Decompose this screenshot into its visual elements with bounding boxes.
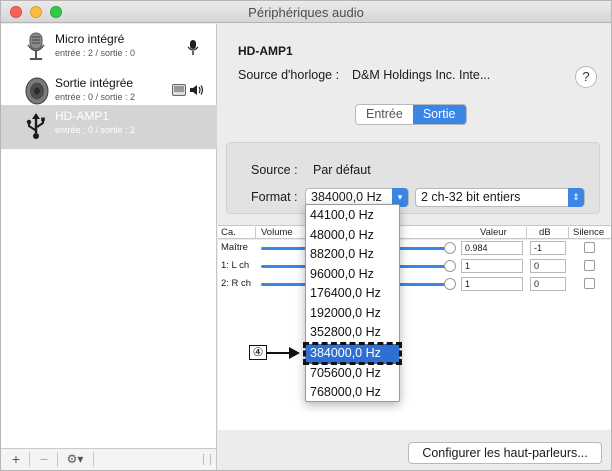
mute-checkbox[interactable] — [584, 242, 595, 253]
callout-arrow-line — [267, 352, 291, 354]
sample-rate-value: 384000,0 Hz — [311, 190, 382, 204]
speaker-badge-icon — [190, 85, 204, 95]
menu-item[interactable]: 768000,0 Hz — [306, 383, 399, 403]
value-field[interactable]: 1 — [461, 277, 523, 291]
db-field[interactable]: 0 — [530, 277, 566, 291]
col-separator — [255, 227, 256, 238]
device-list-toolbar: + − ⚙▾ — [1, 448, 217, 470]
device-io: entrée : 0 / sortie : 2 — [55, 125, 136, 135]
highlight-frame — [303, 342, 402, 365]
menu-item[interactable]: 96000,0 Hz — [306, 265, 399, 285]
channel-name: 1: L ch — [221, 260, 250, 271]
mute-checkbox[interactable] — [584, 278, 595, 289]
menu-item[interactable]: 705600,0 Hz — [306, 364, 399, 384]
device-detail-pane: HD-AMP1 Source d'horloge : D&M Holdings … — [218, 24, 611, 470]
usb-icon — [26, 113, 45, 139]
channel-table-header: Ca. Volume Valeur dB Silence — [218, 225, 611, 239]
clock-source-label: Source d'horloge : — [238, 68, 340, 82]
add-device-button[interactable]: + — [7, 451, 25, 468]
value-field[interactable]: 1 — [461, 259, 523, 273]
chevron-updown-icon: ⇕ — [568, 188, 584, 207]
channel-name: 2: R ch — [221, 278, 252, 289]
format-label: Format : — [251, 190, 298, 204]
device-item-hd-amp1[interactable]: HD-AMP1 entrée : 0 / sortie : 2 — [1, 105, 217, 149]
col-separator — [568, 227, 569, 238]
mute-checkbox[interactable] — [584, 260, 595, 271]
db-field[interactable]: -1 — [530, 241, 566, 255]
device-io: entrée : 2 / sortie : 0 — [55, 48, 136, 58]
tab-output[interactable]: Sortie — [412, 105, 466, 124]
menu-item[interactable]: 88200,0 Hz — [306, 245, 399, 265]
bit-depth-value: 2 ch-32 bit entiers — [421, 190, 521, 204]
toolbar-divider — [29, 452, 30, 467]
device-item-micro[interactable]: Micro intégré entrée : 2 / sortie : 0 — [1, 26, 217, 70]
menu-item[interactable]: 176400,0 Hz — [306, 284, 399, 304]
configure-speakers-button[interactable]: Configurer les haut-parleurs... — [408, 442, 602, 464]
gear-menu-button[interactable]: ⚙▾ — [61, 451, 89, 468]
callout-arrow-head — [289, 347, 300, 359]
device-name: Micro intégré — [55, 32, 125, 46]
col-volume: Volume — [261, 227, 293, 238]
device-io: entrée : 0 / sortie : 2 — [55, 92, 136, 102]
device-name: Sortie intégrée — [55, 76, 134, 90]
value-field[interactable]: 0.984 — [461, 241, 523, 255]
volume-slider-knob[interactable] — [444, 278, 456, 290]
channel-table: Maître 0.984 -1 1: L ch 1 0 2: R ch 1 0 — [218, 240, 611, 430]
title-bar: Périphériques audio — [1, 1, 611, 23]
bit-depth-select[interactable]: 2 ch-32 bit entiers ⇕ — [415, 188, 585, 207]
sample-rate-menu: 44100,0 Hz 48000,0 Hz 88200,0 Hz 96000,0… — [305, 204, 400, 402]
menu-item[interactable]: 192000,0 Hz — [306, 304, 399, 324]
toolbar-divider — [57, 452, 58, 467]
table-row: Maître 0.984 -1 — [218, 240, 611, 256]
channel-name: Maître — [221, 242, 248, 253]
resize-handle[interactable] — [203, 454, 211, 465]
remove-device-button[interactable]: − — [35, 451, 53, 468]
help-button[interactable]: ? — [575, 66, 597, 88]
microphone-icon — [27, 32, 45, 60]
clock-source-value: D&M Holdings Inc. Inte... — [352, 68, 491, 82]
menu-item[interactable]: 44100,0 Hz — [306, 206, 399, 226]
format-group: Source : Par défaut Format : 384000,0 Hz… — [226, 142, 600, 214]
speaker-icon — [25, 77, 49, 105]
volume-slider-knob[interactable] — [444, 242, 456, 254]
col-channel: Ca. — [221, 227, 236, 238]
menu-item[interactable]: 48000,0 Hz — [306, 226, 399, 246]
window-title: Périphériques audio — [248, 5, 364, 20]
device-title: HD-AMP1 — [238, 44, 293, 58]
device-name: HD-AMP1 — [55, 109, 110, 123]
col-value: Valeur — [480, 227, 507, 238]
step-callout: ④ — [249, 345, 267, 360]
col-db: dB — [539, 227, 551, 238]
audio-devices-window: Périphériques audio Micro intégré entrée… — [0, 0, 612, 471]
table-row: 1: L ch 1 0 — [218, 258, 611, 274]
volume-slider-knob[interactable] — [444, 260, 456, 272]
io-segmented-control: Entrée Sortie — [355, 104, 467, 125]
tab-input[interactable]: Entrée — [356, 105, 413, 124]
col-separator — [526, 227, 527, 238]
menu-item[interactable]: 352800,0 Hz — [306, 323, 399, 343]
table-row: 2: R ch 1 0 — [218, 276, 611, 292]
source-label: Source : — [251, 163, 298, 177]
db-field[interactable]: 0 — [530, 259, 566, 273]
toolbar-divider — [93, 452, 94, 467]
finder-badge-icon — [172, 84, 186, 96]
microphone-badge-icon — [187, 40, 199, 55]
device-list: Micro intégré entrée : 2 / sortie : 0 So… — [1, 24, 217, 448]
source-value: Par défaut — [313, 163, 371, 177]
col-mute: Silence — [573, 227, 605, 238]
